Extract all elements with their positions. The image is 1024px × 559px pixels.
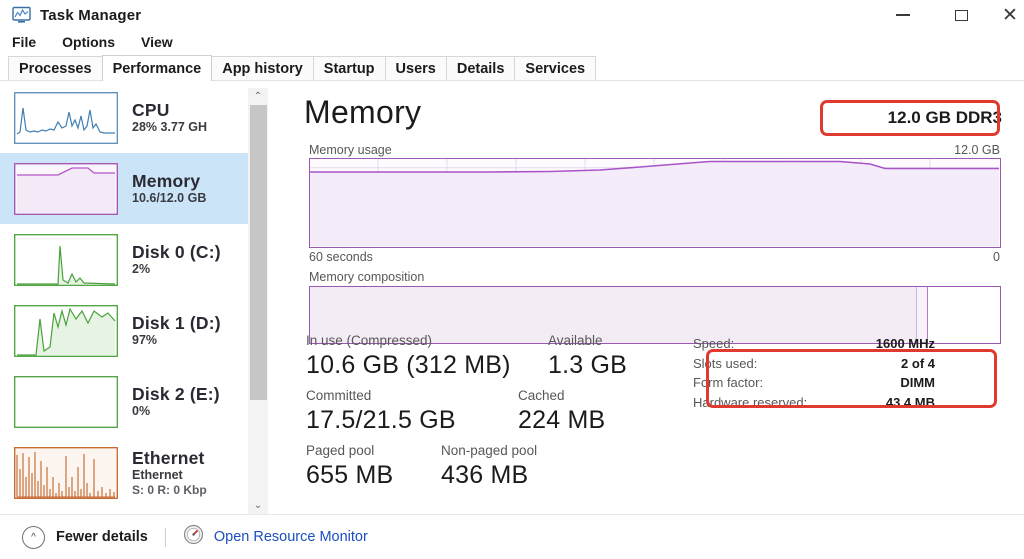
page-title: Memory (304, 94, 422, 130)
tab-services[interactable]: Services (514, 56, 597, 81)
scroll-down-icon[interactable]: ⌄ (248, 497, 268, 514)
title-bar: Task Manager ✕ (0, 0, 1024, 30)
stat-cached-label: Cached (518, 388, 565, 403)
sidebar-item-ethernet[interactable]: Ethernet Ethernet S: 0 R: 0 Kbp (0, 437, 248, 508)
sidebar-item-cpu-sub: 28% 3.77 GH (132, 120, 208, 134)
close-icon: ✕ (1002, 4, 1018, 26)
sidebar-item-cpu-title: CPU (132, 100, 170, 120)
open-resource-monitor-link[interactable]: Open Resource Monitor (183, 524, 368, 550)
stat-committed-value: 17.5/21.5 GB (306, 406, 456, 434)
stat-committed-label: Committed (306, 388, 372, 403)
axis-right-label: 0 (993, 250, 1000, 264)
stat-non-paged-pool-label: Non-paged pool (441, 443, 538, 458)
stat-paged-pool-value: 655 MB (306, 461, 394, 489)
stat-cached: Cached 224 MB (518, 387, 605, 436)
stats-row-1: In use (Compressed) 10.6 GB (312 MB) Ava… (306, 332, 696, 381)
tab-performance[interactable]: Performance (101, 55, 213, 81)
stat-cached-value: 224 MB (518, 406, 606, 434)
footer-divider (164, 527, 166, 547)
axis-left-label: 60 seconds (309, 250, 373, 264)
sidebar-item-disk1[interactable]: Disk 1 (D:) 97% (0, 295, 248, 366)
menu-item-view[interactable]: View (141, 34, 173, 50)
task-manager-window: Task Manager ✕ File Options View Process… (0, 0, 1024, 559)
resource-monitor-icon (183, 524, 204, 550)
stat-in-use: In use (Compressed) 10.6 GB (312 MB) (306, 332, 548, 381)
stats-row-3: Paged pool 655 MB Non-paged pool 436 MB (306, 442, 696, 491)
task-manager-icon (10, 6, 32, 24)
footer-bar: ^ Fewer details Open Resource Monitor (0, 514, 1024, 559)
fewer-details-label: Fewer details (56, 529, 148, 545)
sidebar-item-disk0-text: Disk 0 (C:) 2% (132, 242, 221, 277)
sidebar-item-disk1-text: Disk 1 (D:) 97% (132, 313, 221, 348)
maximize-button[interactable] (932, 0, 990, 30)
stats-row-2: Committed 17.5/21.5 GB Cached 224 MB (306, 387, 696, 436)
memory-detail-panel: Memory 12.0 GB DDR3 Memory usage 12.0 GB (276, 84, 1024, 514)
menu-bar: File Options View (0, 30, 1024, 54)
memory-sparkline (14, 162, 118, 215)
sidebar-item-disk0-title: Disk 0 (C:) (132, 242, 221, 262)
menu-item-file[interactable]: File (12, 34, 36, 50)
memory-usage-chart (309, 158, 1001, 248)
stat-non-paged-pool: Non-paged pool 436 MB (441, 442, 537, 491)
resource-sidebar: CPU 28% 3.77 GH Memory 10.6/12.0 GB Disk… (0, 82, 248, 514)
close-button[interactable]: ✕ (990, 0, 1024, 30)
stat-paged-pool: Paged pool 655 MB (306, 442, 441, 491)
tab-processes[interactable]: Processes (8, 56, 103, 81)
sidebar-item-disk2[interactable]: Disk 2 (E:) 0% (0, 366, 248, 437)
tab-strip: Processes Performance App history Startu… (0, 55, 1024, 81)
sidebar-item-cpu[interactable]: CPU 28% 3.77 GH (0, 82, 248, 153)
stat-available: Available 1.3 GB (548, 332, 627, 381)
tab-details[interactable]: Details (445, 56, 516, 81)
stat-available-label: Available (548, 333, 603, 348)
sidebar-item-memory-title: Memory (132, 171, 201, 191)
sidebar-item-ethernet-text: Ethernet Ethernet S: 0 R: 0 Kbp (132, 448, 207, 497)
tab-startup[interactable]: Startup (312, 56, 386, 81)
stat-in-use-label: In use (Compressed) (306, 333, 433, 348)
sidebar-item-disk2-text: Disk 2 (E:) 0% (132, 384, 220, 419)
sidebar-item-ethernet-rate: S: 0 R: 0 Kbp (132, 483, 207, 497)
usage-caption: Memory usage (309, 143, 392, 157)
memory-stats: In use (Compressed) 10.6 GB (312 MB) Ava… (306, 332, 696, 497)
sidebar-item-ethernet-sub: Ethernet (132, 468, 183, 482)
window-title: Task Manager (40, 6, 142, 24)
annotation-box-specs (706, 349, 997, 408)
scroll-up-icon[interactable]: ⌃ (248, 88, 268, 105)
disk1-sparkline (14, 304, 118, 357)
open-resource-monitor-label: Open Resource Monitor (213, 529, 368, 545)
tab-users[interactable]: Users (384, 56, 447, 81)
window-controls: ✕ (874, 0, 1024, 30)
disk2-sparkline (14, 375, 118, 428)
disk0-sparkline (14, 233, 118, 286)
sidebar-item-disk0[interactable]: Disk 0 (C:) 2% (0, 224, 248, 295)
ethernet-sparkline (14, 446, 118, 499)
sidebar-item-disk1-sub: 97% (132, 333, 158, 347)
annotation-box-memory-spec (820, 100, 1000, 136)
minimize-button[interactable] (874, 0, 932, 30)
sidebar-item-disk2-title: Disk 2 (E:) (132, 384, 220, 404)
sidebar-item-disk0-sub: 2% (132, 262, 151, 276)
sidebar-item-ethernet-title: Ethernet (132, 448, 205, 468)
stat-available-value: 1.3 GB (548, 351, 628, 379)
composition-caption: Memory composition (309, 270, 425, 284)
sidebar-item-disk1-title: Disk 1 (D:) (132, 313, 221, 333)
sidebar-scrollbar[interactable]: ⌃ ⌄ (248, 88, 268, 514)
sidebar-item-cpu-text: CPU 28% 3.77 GH (132, 100, 207, 135)
menu-item-options[interactable]: Options (62, 34, 115, 50)
usage-max-label: 12.0 GB (954, 143, 1000, 157)
stat-in-use-value: 10.6 GB (312 MB) (306, 351, 511, 379)
stat-non-paged-pool-value: 436 MB (441, 461, 529, 489)
chevron-up-circle-icon: ^ (22, 525, 45, 549)
sidebar-item-memory-sub: 10.6/12.0 GB (132, 191, 207, 205)
sidebar-item-memory-text: Memory 10.6/12.0 GB (132, 171, 206, 206)
stat-committed: Committed 17.5/21.5 GB (306, 387, 518, 436)
cpu-sparkline (14, 91, 118, 144)
scrollbar-thumb[interactable] (250, 105, 267, 400)
sidebar-item-disk2-sub: 0% (132, 404, 151, 418)
stat-paged-pool-label: Paged pool (306, 443, 375, 458)
fewer-details-button[interactable]: ^ Fewer details (22, 525, 148, 549)
tab-app-history[interactable]: App history (211, 56, 314, 81)
sidebar-item-memory[interactable]: Memory 10.6/12.0 GB (0, 153, 248, 224)
